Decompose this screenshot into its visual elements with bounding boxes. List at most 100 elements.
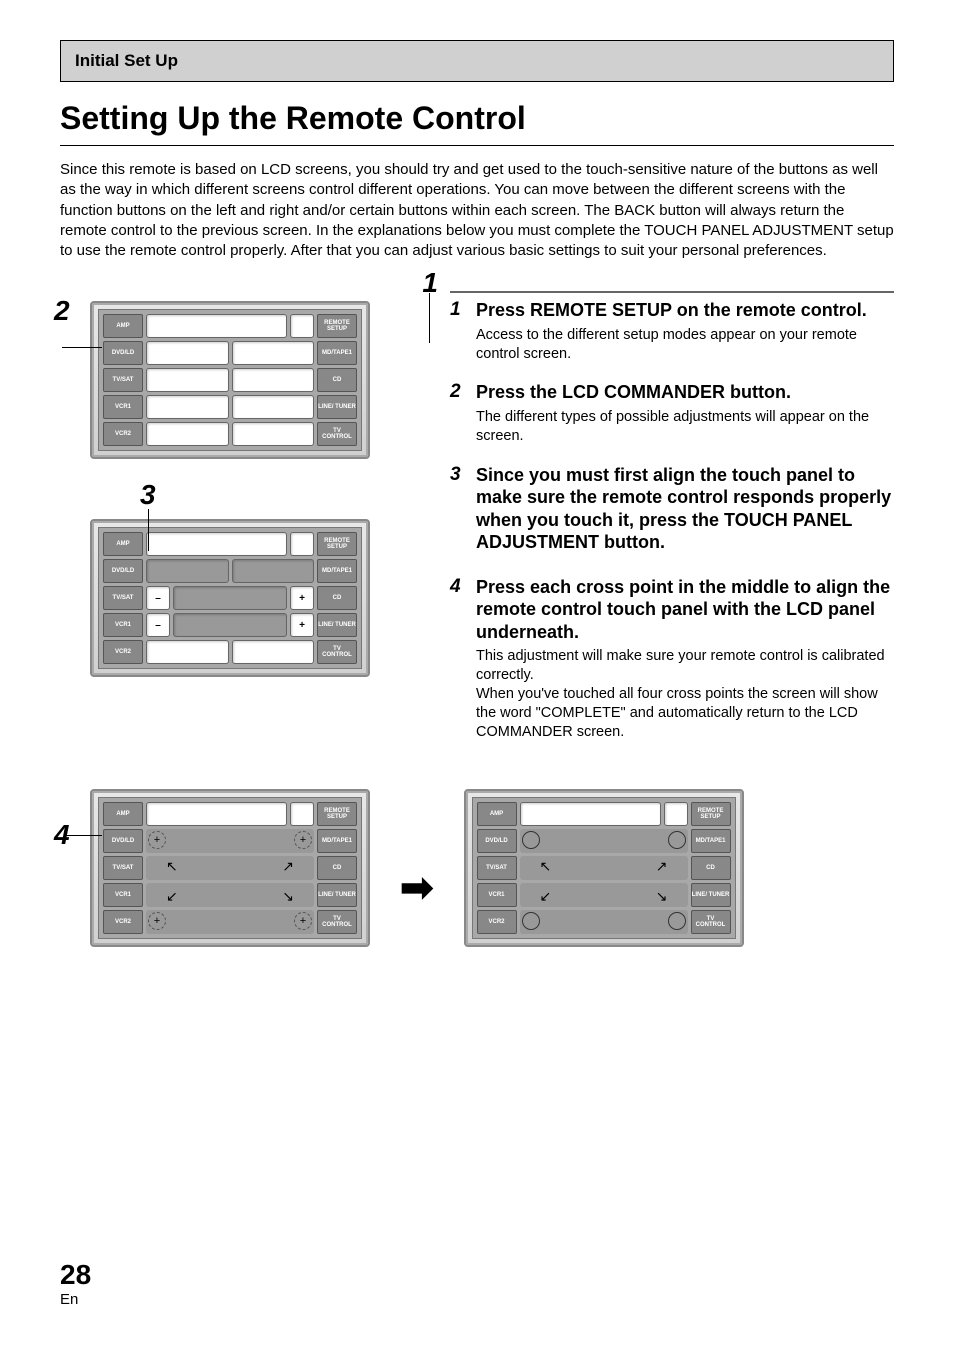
remote-slot — [232, 395, 315, 419]
remote-btn-tvcontrol: TV CONTROL — [317, 910, 357, 934]
page-number: 28 — [60, 1259, 91, 1291]
remote-slot — [146, 802, 287, 826]
remote-slot — [173, 613, 287, 637]
circle-icon — [668, 831, 686, 849]
remote-btn-linetuner: LINE/ TUNER — [317, 395, 357, 419]
page-language: En — [60, 1291, 91, 1308]
step-heading: Press the LCD COMMANDER button. — [476, 381, 894, 404]
cross-point-icon: + — [294, 912, 312, 930]
step-description: This adjustment will make sure your remo… — [476, 647, 894, 741]
remote-btn-dvdld: DVD/LD — [103, 559, 143, 583]
arrow-icon: ↙ — [540, 888, 552, 905]
step-description: Access to the different setup modes appe… — [476, 326, 894, 364]
circle-icon — [668, 912, 686, 930]
remote-btn-remote-setup: REMOTE SETUP — [691, 802, 731, 826]
callout-line — [62, 347, 102, 348]
remote-btn-cd: CD — [317, 586, 357, 610]
remote-slot — [290, 532, 314, 556]
remote-btn-linetuner: LINE/ TUNER — [317, 613, 357, 637]
remote-plus-btn: + — [290, 613, 314, 637]
remote-slot — [290, 802, 314, 826]
remote-btn-vcr2: VCR2 — [103, 422, 143, 446]
remote-plus-btn: + — [290, 586, 314, 610]
cross-point-icon: + — [148, 912, 166, 930]
remote-btn-mdtape: MD/TAPE1 — [317, 559, 357, 583]
page-footer: 28 En — [60, 1259, 91, 1308]
remote-btn-mdtape: MD/TAPE1 — [317, 829, 357, 853]
remote-slot — [664, 802, 688, 826]
steps-column: 1 Press REMOTE SETUP on the remote contr… — [450, 291, 894, 759]
circle-icon — [522, 831, 540, 849]
arrow-icon: ↖ — [166, 858, 178, 875]
remote-slot — [232, 640, 315, 664]
remote-slot — [146, 314, 287, 338]
remote-btn-vcr2: VCR2 — [103, 910, 143, 934]
callout-3: 3 — [140, 479, 156, 511]
remote-minus-btn: – — [146, 586, 170, 610]
remote-slot — [290, 314, 314, 338]
remote-btn-vcr1: VCR1 — [103, 883, 143, 907]
circle-icon — [522, 912, 540, 930]
remote-btn-vcr2: VCR2 — [477, 910, 517, 934]
remote-diagram-4: AMP REMOTE SETUP DVD/LD MD/TAPE1 TV/SAT — [464, 789, 744, 947]
step-heading: Press REMOTE SETUP on the remote control… — [476, 299, 894, 322]
step-heading: Since you must first align the touch pan… — [476, 464, 894, 554]
callout-line — [66, 835, 102, 836]
remote-btn-amp: AMP — [103, 802, 143, 826]
remote-btn-remote-setup: REMOTE SETUP — [317, 532, 357, 556]
remote-btn-dvdld: DVD/LD — [103, 829, 143, 853]
remote-btn-vcr2: VCR2 — [103, 640, 143, 664]
remote-btn-cd: CD — [317, 856, 357, 880]
remote-slot — [146, 395, 229, 419]
remote-btn-remote-setup: REMOTE SETUP — [317, 314, 357, 338]
remote-btn-vcr1: VCR1 — [103, 613, 143, 637]
arrow-icon: ↖ — [540, 858, 552, 875]
remote-slot — [146, 422, 229, 446]
remote-btn-tvsat: TV/SAT — [103, 856, 143, 880]
remote-btn-tvsat: TV/SAT — [103, 368, 143, 392]
remote-btn-mdtape: MD/TAPE1 — [691, 829, 731, 853]
callout-2: 2 — [54, 295, 70, 327]
remote-slot — [146, 341, 229, 365]
remote-btn-cd: CD — [317, 368, 357, 392]
remote-slot — [173, 586, 287, 610]
remote-slot — [146, 532, 287, 556]
step-number: 3 — [450, 464, 476, 558]
remote-btn-tvsat: TV/SAT — [103, 586, 143, 610]
arrow-icon: ↗ — [282, 858, 294, 875]
step-description: The different types of possible adjustme… — [476, 408, 894, 446]
arrow-icon: ↘ — [656, 888, 668, 905]
arrow-icon: ↙ — [166, 888, 178, 905]
remote-btn-vcr1: VCR1 — [103, 395, 143, 419]
arrow-right-icon: ➡ — [400, 865, 434, 911]
arrow-icon: ↘ — [282, 888, 294, 905]
remote-btn-tvcontrol: TV CONTROL — [691, 910, 731, 934]
cross-point-icon: + — [294, 831, 312, 849]
arrow-icon: ↗ — [656, 858, 668, 875]
remote-btn-amp: AMP — [103, 314, 143, 338]
remote-btn-tvcontrol: TV CONTROL — [317, 640, 357, 664]
callout-line — [429, 293, 430, 343]
remote-btn-dvdld: DVD/LD — [103, 341, 143, 365]
remote-slot — [232, 559, 315, 583]
remote-slot — [232, 368, 315, 392]
cross-point-icon: + — [148, 831, 166, 849]
step-number: 1 — [450, 299, 476, 363]
remote-diagram-1: AMP REMOTE SETUP DVD/LD MD/TAPE1 TV/SAT — [90, 301, 370, 459]
remote-btn-tvsat: TV/SAT — [477, 856, 517, 880]
remote-btn-remote-setup: REMOTE SETUP — [317, 802, 357, 826]
remote-btn-amp: AMP — [477, 802, 517, 826]
remote-btn-mdtape: MD/TAPE1 — [317, 341, 357, 365]
remote-diagram-2: AMP REMOTE SETUP DVD/LD MD/TAPE1 TV/SAT — [90, 519, 370, 677]
remote-btn-tvcontrol: TV CONTROL — [317, 422, 357, 446]
remote-btn-amp: AMP — [103, 532, 143, 556]
remote-slot — [146, 559, 229, 583]
callout-1: 1 — [422, 267, 438, 299]
remote-slot — [232, 422, 315, 446]
remote-btn-linetuner: LINE/ TUNER — [691, 883, 731, 907]
remote-btn-vcr1: VCR1 — [477, 883, 517, 907]
remote-btn-linetuner: LINE/ TUNER — [317, 883, 357, 907]
section-header: Initial Set Up — [60, 40, 894, 82]
remote-slot — [146, 640, 229, 664]
remote-slot — [146, 368, 229, 392]
